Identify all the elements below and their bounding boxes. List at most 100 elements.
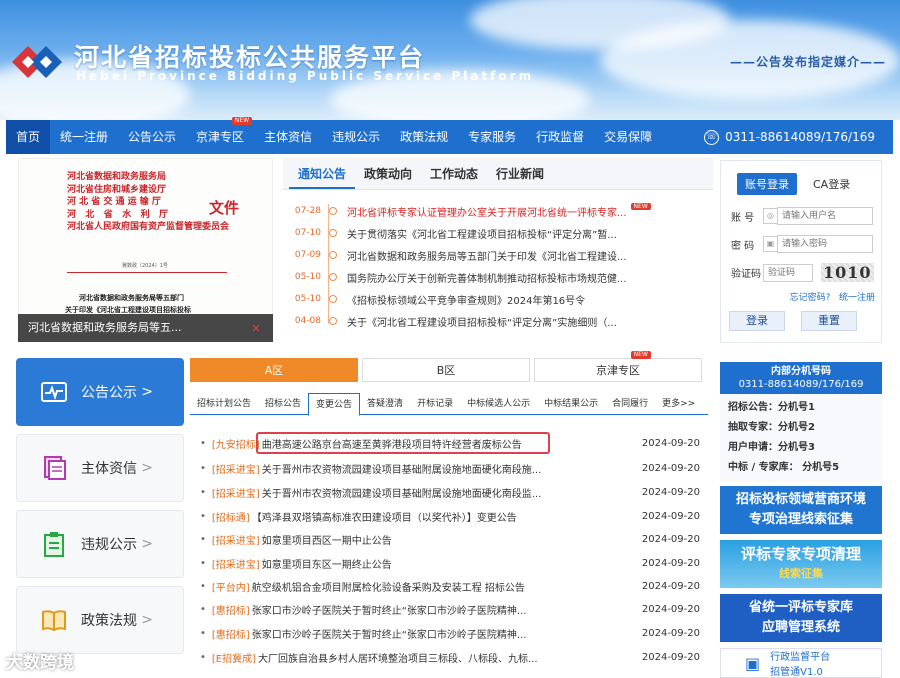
tab-notices[interactable]: 通知公告 bbox=[289, 158, 356, 189]
news-item[interactable]: 07-28 河北省评标专家认证管理办公室关于开展河北省统一评标专家... NEW bbox=[283, 200, 713, 222]
announcement-row[interactable]: • [招采进宝] 关于晋州市农资物流园建设项目基础附属设施地面硬化南段施... 202… bbox=[200, 457, 700, 480]
new-badge: NEW bbox=[630, 351, 651, 359]
nav-violations[interactable]: 违规公示 bbox=[322, 120, 390, 154]
timeline-dot bbox=[329, 251, 337, 259]
register-link[interactable]: 统一注册 bbox=[839, 293, 875, 303]
chevron-right-icon: > bbox=[141, 460, 153, 476]
extension-row: 招标公告：分机号1 bbox=[728, 402, 815, 413]
close-icon[interactable]: × bbox=[251, 314, 261, 342]
announcement-row[interactable]: • [E招冀成] 大厂回族自治县乡村人居环境整治项目三标段、八标段、九标... 202… bbox=[200, 646, 700, 669]
tab-work-updates[interactable]: 工作动态 bbox=[421, 158, 487, 189]
extension-header: 内部分机号码 0311-88614089/176/169 bbox=[720, 362, 882, 394]
nav-announcements[interactable]: 公告公示 bbox=[118, 120, 186, 154]
news-item[interactable]: 04-08 关于《河北省工程建设项目招标投标“评定分离”实施细则（... bbox=[283, 310, 713, 332]
slogan: ——公告发布指定媒介—— bbox=[729, 55, 886, 69]
news-item[interactable]: 07-09 河北省数据和政务服务局等五部门关于印发《河北省工程建设... bbox=[283, 244, 713, 266]
nav-experts[interactable]: 专家服务 bbox=[458, 120, 526, 154]
banner-expert-cleanup[interactable]: 评标专家专项清理 线索征集 bbox=[720, 540, 882, 588]
tab-candidates[interactable]: 中标候选人公示 bbox=[460, 393, 537, 415]
timeline-dot bbox=[329, 317, 337, 325]
nav-credit[interactable]: 主体资信 bbox=[254, 120, 322, 154]
book-icon bbox=[42, 610, 66, 632]
extension-panel: 内部分机号码 0311-88614089/176/169 招标公告：分机号1 抽… bbox=[720, 362, 882, 482]
announcement-row[interactable]: • [招标通] 【鸡泽县双塔镇高标准农田建设项目（以奖代补）】变更公告 2024-09… bbox=[200, 505, 700, 528]
side-policy[interactable]: 政策法规 > bbox=[16, 586, 184, 654]
tab-industry-news[interactable]: 行业新闻 bbox=[487, 158, 553, 189]
header-banner: 河北省招标投标公共服务平台 Hebei Province Bidding Pub… bbox=[0, 0, 900, 120]
supervision-card[interactable]: ▣ 行政监督平台 招管通V1.0 bbox=[720, 648, 882, 678]
tab-plan[interactable]: 招标计划公告 bbox=[190, 393, 258, 415]
tab-tender[interactable]: 招标公告 bbox=[258, 393, 308, 415]
timeline-dot bbox=[329, 207, 337, 215]
tab-results[interactable]: 中标结果公示 bbox=[537, 393, 605, 415]
doc-caption[interactable]: 河北省数据和政务服务局等五... × bbox=[18, 314, 273, 342]
site-logo-icon[interactable] bbox=[10, 42, 64, 82]
announcement-type-tabs: 招标计划公告 招标公告 变更公告 答疑澄清 开标记录 中标候选人公示 中标结果公… bbox=[190, 392, 708, 416]
doc-number: 冀数政〔2024〕1号 bbox=[122, 263, 168, 269]
announcement-row[interactable]: • [招采进宝] 如意里项目东区一期终止公告 2024-09-20 bbox=[200, 552, 700, 575]
announcement-row[interactable]: • [平台内] 航空级机铝合金项目附属检化验设备采购及安装工程 招标公告 2024-0… bbox=[200, 575, 700, 598]
monitor-icon: ▣ bbox=[745, 653, 761, 673]
forgot-password-link[interactable]: 忘记密码? bbox=[790, 293, 831, 303]
captcha-image[interactable]: 1010 bbox=[821, 263, 874, 282]
chevron-right-icon: > bbox=[141, 612, 153, 628]
timeline-dot bbox=[329, 229, 337, 237]
feature-document-image[interactable]: 河北省数据和政务服务局 河北省住房和城乡建设厅 河 北 省 交 通 运 输 厅 … bbox=[18, 158, 273, 340]
zone-b[interactable]: B区 bbox=[362, 358, 530, 382]
tab-ca-login[interactable]: CA登录 bbox=[805, 173, 858, 195]
side-announcements[interactable]: 公告公示 > bbox=[16, 358, 184, 426]
phone-icon: ☏ bbox=[704, 129, 720, 145]
doc-rule bbox=[67, 272, 227, 273]
announcement-row[interactable]: • [招采进宝] 关于晋州市农资物流园建设项目基础附属设施地面硬化南段监... 202… bbox=[200, 481, 700, 504]
tab-opening[interactable]: 开标记录 bbox=[410, 393, 460, 415]
nav-jingjin[interactable]: 京津专区 NEW bbox=[186, 117, 254, 154]
tab-policy-trends[interactable]: 政策动向 bbox=[355, 158, 421, 189]
tab-account-login[interactable]: 账号登录 bbox=[737, 173, 797, 195]
doc-issuers: 河北省数据和政务服务局 河北省住房和城乡建设厅 河 北 省 交 通 运 输 厅 … bbox=[67, 172, 230, 232]
tab-change[interactable]: 变更公告 bbox=[308, 392, 361, 416]
banner-expert-system[interactable]: 省统一评标专家库 应聘管理系统 bbox=[720, 594, 882, 642]
highlight-box bbox=[256, 432, 550, 454]
more-link[interactable]: 更多>> bbox=[655, 393, 702, 415]
zone-jingjin[interactable]: 京津专区 NEW bbox=[534, 351, 702, 382]
login-button[interactable]: 登录 bbox=[729, 311, 785, 331]
zone-a[interactable]: A区 bbox=[190, 358, 358, 382]
main-nav: 首页 统一注册 公告公示 京津专区 NEW 主体资信 违规公示 政策法规 专家服务… bbox=[6, 117, 893, 154]
announcement-row[interactable]: • [招采进宝] 如意里项目西区一期中止公告 2024-09-20 bbox=[200, 528, 700, 551]
doc-wen: 文件 bbox=[209, 199, 240, 217]
news-item[interactable]: 05-10 《招标投标领域公平竞争审查规则》2024年第16号令 bbox=[283, 288, 713, 310]
news-tabs: 通知公告 政策动向 工作动态 行业新闻 bbox=[283, 158, 713, 190]
captcha-input[interactable] bbox=[763, 263, 813, 282]
zone-tabs: A区 B区 京津专区 NEW bbox=[190, 351, 708, 382]
side-violations[interactable]: 违规公示 > bbox=[16, 510, 184, 578]
side-credit[interactable]: 主体资信 > bbox=[16, 434, 184, 502]
extension-row: 中标 / 专家库： 分机号5 bbox=[728, 462, 840, 473]
hotline: ☏ 0311-88614089/176/169 bbox=[704, 129, 875, 145]
new-badge: NEW bbox=[630, 202, 651, 210]
chevron-right-icon: > bbox=[141, 536, 153, 552]
nav-policy[interactable]: 政策法规 bbox=[390, 120, 458, 154]
lock-icon: ▣ bbox=[763, 236, 777, 252]
announcement-row[interactable]: • [惠招标] 张家口市沙岭子医院关于暂时终止“张家口市沙岭子医院精神... 2024… bbox=[200, 598, 700, 621]
nav-guarantee[interactable]: 交易保障 bbox=[594, 120, 662, 154]
announcement-row[interactable]: • [惠招标] 张家口市沙岭子医院关于暂时终止“张家口市沙岭子医院精神... 2024… bbox=[200, 622, 700, 645]
password-input[interactable] bbox=[777, 235, 873, 253]
tab-clarification[interactable]: 答疑澄清 bbox=[360, 393, 410, 415]
banner-business-environment[interactable]: 招标投标领域营商环境 专项治理线索征集 bbox=[720, 486, 882, 534]
nav-register[interactable]: 统一注册 bbox=[50, 120, 118, 154]
news-item[interactable]: 07-10 关于贯彻落实《河北省工程建设项目招标投标“评定分离”暂... bbox=[283, 222, 713, 244]
new-badge: NEW bbox=[231, 117, 253, 125]
tab-contract[interactable]: 合同履行 bbox=[605, 393, 655, 415]
password-row: 密 码 ▣ bbox=[731, 235, 873, 253]
extension-row: 抽取专家：分机号2 bbox=[728, 422, 815, 433]
reset-button[interactable]: 重置 bbox=[801, 311, 857, 331]
news-item[interactable]: 05-10 国务院办公厅关于创新完善体制机制推动招标投标市场规范健... bbox=[283, 266, 713, 288]
pulse-icon bbox=[41, 382, 67, 402]
doc-title-1: 河北省数据和政务服务局等五部门 bbox=[79, 294, 184, 302]
user-icon: ◎ bbox=[763, 208, 777, 224]
nav-home[interactable]: 首页 bbox=[6, 120, 51, 154]
nav-supervision[interactable]: 行政监督 bbox=[526, 120, 594, 154]
username-input[interactable] bbox=[777, 207, 873, 225]
login-panel: 账号登录 CA登录 账 号 ◎ 密 码 ▣ 验证码 1010 忘记密码? 统一注… bbox=[720, 160, 882, 343]
news-panel: 通知公告 政策动向 工作动态 行业新闻 07-28 河北省评标专家认证管理办公室关… bbox=[283, 158, 713, 338]
